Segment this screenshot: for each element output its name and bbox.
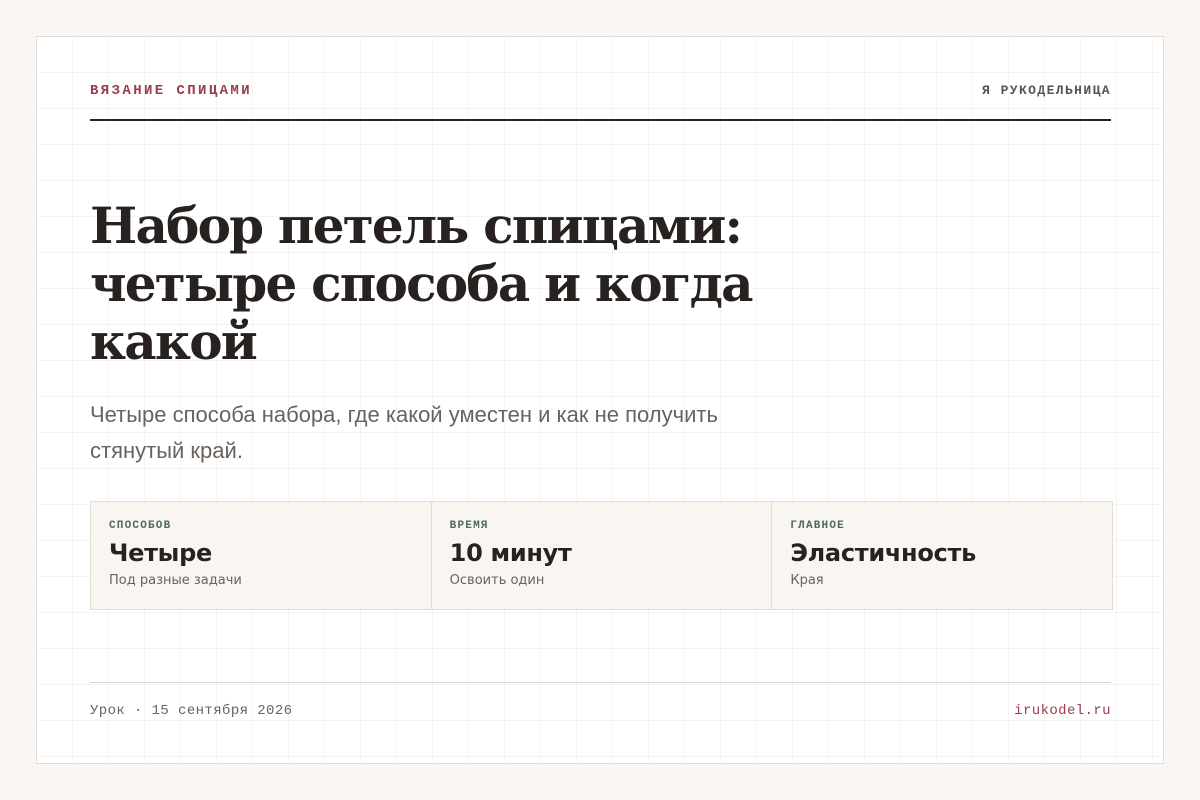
article-title: Набор петель спицами: четыре способа и к… <box>90 196 754 371</box>
stat-value: Четыре <box>109 539 212 567</box>
stat-value: Эластичность <box>790 539 976 567</box>
article-subtitle: Четыре способа набора, где какой уместен… <box>90 402 718 463</box>
stat-main: ГЛАВНОЕ Эластичность Края <box>771 502 1112 609</box>
stat-note: Края <box>790 573 824 588</box>
stats-panel: СПОСОБОВ Четыре Под разные задачи ВРЕМЯ … <box>90 501 1113 610</box>
stat-methods: СПОСОБОВ Четыре Под разные задачи <box>91 502 431 609</box>
stat-time: ВРЕМЯ 10 минут Освоить один <box>430 502 772 609</box>
stat-note: Освоить один <box>449 573 545 588</box>
footer: Урок · 15 сентября 2026 irukodel.ru <box>90 682 1111 729</box>
topic-label[interactable]: ВЯЗАНИЕ СПИЦАМИ <box>90 83 252 99</box>
article-card: ВЯЗАНИЕ СПИЦАМИ Я РУКОДЕЛЬНИЦА Набор пет… <box>36 36 1164 764</box>
header: ВЯЗАНИЕ СПИЦАМИ Я РУКОДЕЛЬНИЦА <box>90 83 1111 121</box>
stat-note: Под разные задачи <box>109 573 242 588</box>
stat-value: 10 минут <box>449 539 572 567</box>
stat-label: ГЛАВНОЕ <box>790 520 845 532</box>
stat-label: СПОСОБОВ <box>109 520 172 532</box>
stat-label: ВРЕМЯ <box>449 520 489 532</box>
brand-name[interactable]: Я РУКОДЕЛЬНИЦА <box>982 83 1111 98</box>
lesson-date: Урок · 15 сентября 2026 <box>90 703 293 719</box>
site-link[interactable]: irukodel.ru <box>1014 703 1111 719</box>
